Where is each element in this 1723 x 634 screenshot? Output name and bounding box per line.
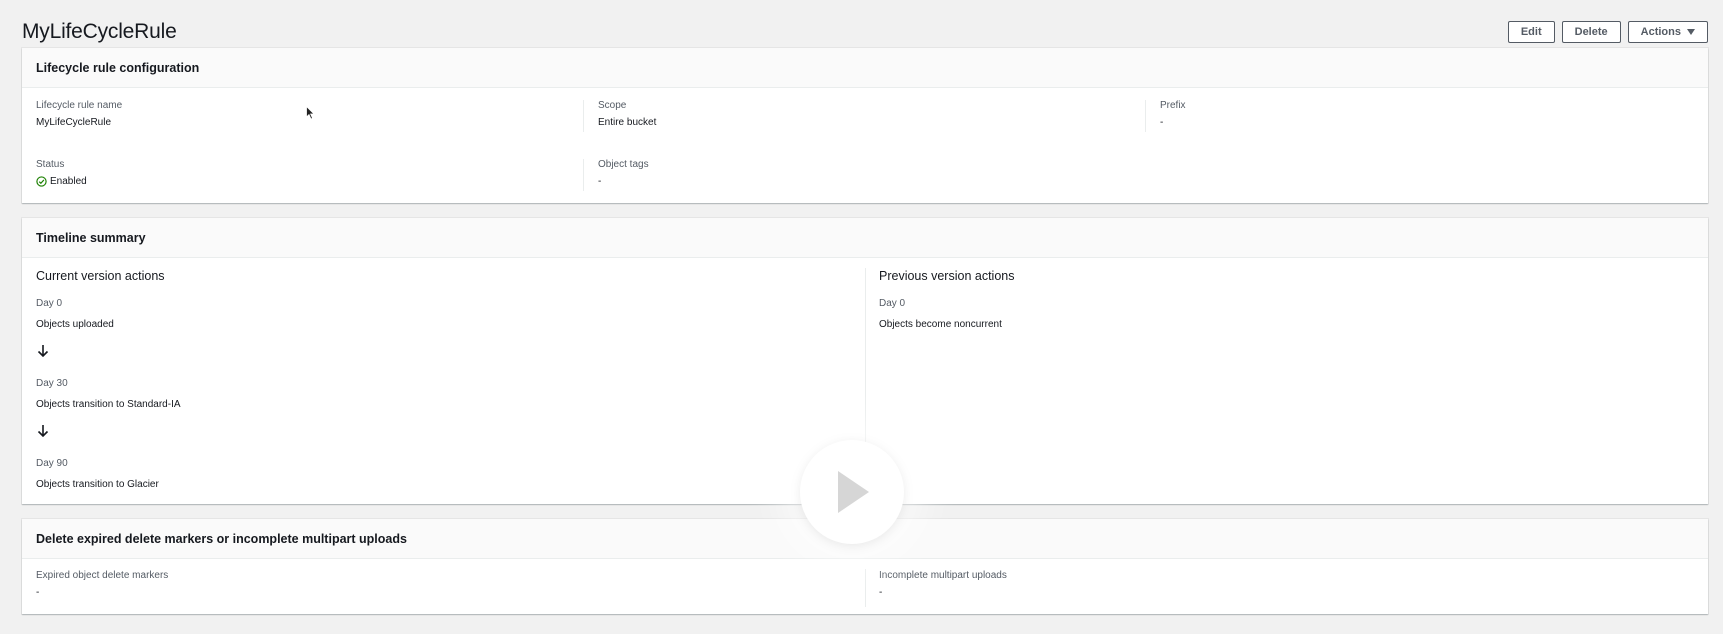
current-version-title: Current version actions xyxy=(36,269,165,283)
video-play-button[interactable] xyxy=(800,440,904,544)
rule-name-value: MyLifeCycleRule xyxy=(36,117,112,128)
timeline-day: Day 0 xyxy=(879,298,906,309)
status-field: Status Enabled xyxy=(36,159,87,187)
arrow-down-icon xyxy=(37,345,49,358)
object-tags-value: - xyxy=(598,176,602,187)
column-divider xyxy=(583,159,584,191)
expired-markers-label: Expired object delete markers xyxy=(36,570,169,581)
delete-button[interactable]: Delete xyxy=(1561,21,1621,43)
status-label: Status xyxy=(36,159,65,170)
object-tags-field: Object tags - xyxy=(598,159,649,187)
column-divider xyxy=(1145,100,1146,132)
actions-label: Actions xyxy=(1640,26,1681,38)
header-actions: Edit Delete Actions xyxy=(1507,21,1708,43)
mouse-cursor-icon xyxy=(306,106,315,120)
timeline-day: Day 30 xyxy=(36,378,68,389)
caret-down-icon xyxy=(1687,29,1695,35)
expired-markers-field: Expired object delete markers - xyxy=(36,570,168,598)
status-text: Enabled xyxy=(50,176,87,187)
timeline-event: Objects transition to Glacier xyxy=(36,479,159,490)
timeline-event: Objects uploaded xyxy=(36,319,114,330)
edit-button[interactable]: Edit xyxy=(1507,21,1555,43)
status-value: Enabled xyxy=(36,176,87,187)
incomplete-uploads-label: Incomplete multipart uploads xyxy=(879,570,1007,581)
config-details: Lifecycle rule name MyLifeCycleRule Scop… xyxy=(22,100,1708,196)
incomplete-uploads-field: Incomplete multipart uploads - xyxy=(879,570,1007,598)
scope-field: Scope Entire bucket xyxy=(598,100,656,128)
lifecycle-config-panel: Lifecycle rule configuration Lifecycle r… xyxy=(22,48,1708,203)
column-divider xyxy=(865,569,866,607)
previous-version-title: Previous version actions xyxy=(879,269,1015,283)
scope-value: Entire bucket xyxy=(598,117,657,128)
rule-name-label: Lifecycle rule name xyxy=(36,100,123,111)
expired-markers-value: - xyxy=(36,587,40,598)
page-title: MyLifeCycleRule xyxy=(22,20,177,43)
arrow-down-icon xyxy=(37,425,49,438)
prefix-value: - xyxy=(1160,117,1164,128)
timeline-event: Objects transition to Standard-IA xyxy=(36,399,181,410)
panel-title: Lifecycle rule configuration xyxy=(22,48,1708,88)
object-tags-label: Object tags xyxy=(598,159,649,170)
scope-label: Scope xyxy=(598,100,627,111)
incomplete-uploads-value: - xyxy=(879,587,883,598)
timeline-event: Objects become noncurrent xyxy=(879,319,1002,330)
rule-name-field: Lifecycle rule name MyLifeCycleRule xyxy=(36,100,122,128)
page-header: MyLifeCycleRule Edit Delete Actions xyxy=(22,18,1708,46)
prefix-label: Prefix xyxy=(1160,100,1186,111)
timeline-day: Day 0 xyxy=(36,298,63,309)
actions-dropdown-button[interactable]: Actions xyxy=(1627,21,1708,43)
column-divider xyxy=(583,100,584,132)
prefix-field: Prefix - xyxy=(1160,100,1186,128)
timeline-day: Day 90 xyxy=(36,458,68,469)
panel-title: Timeline summary xyxy=(22,218,1708,258)
play-icon xyxy=(838,471,869,513)
check-circle-icon xyxy=(36,176,47,187)
